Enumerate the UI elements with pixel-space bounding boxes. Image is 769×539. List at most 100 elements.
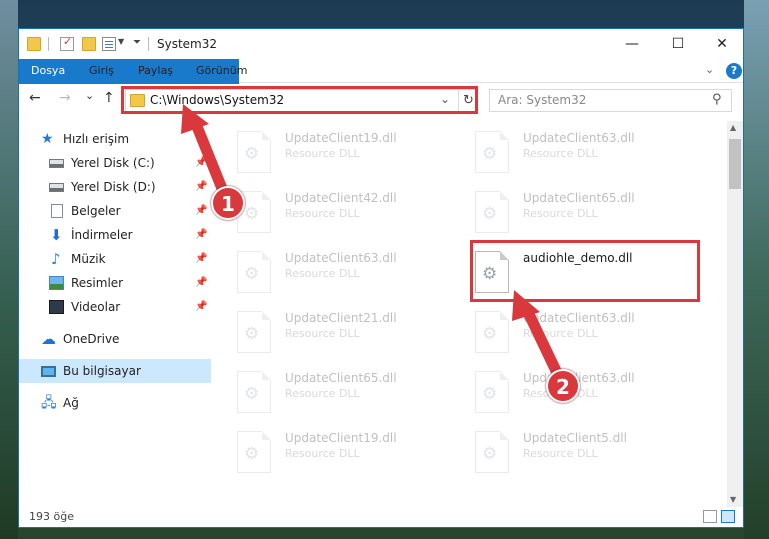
sidebar-item-videos[interactable]: Videolar 📌 xyxy=(19,295,211,319)
ribbon-tabs: Dosya Giriş Paylaş Görünüm ⌄ ? xyxy=(19,59,743,115)
tab-home[interactable]: Giriş xyxy=(85,59,118,83)
cloud-icon: ☁ xyxy=(41,330,56,348)
minimize-button[interactable]: — xyxy=(609,29,655,59)
sidebar-item-onedrive[interactable]: ☁ OneDrive xyxy=(19,327,211,351)
file-name: UpdateClient42.dll xyxy=(285,191,397,205)
customize-toolbar-icon[interactable]: ⏷ xyxy=(133,37,141,48)
close-button[interactable]: ✕ xyxy=(699,29,745,59)
file-type: Resource DLL xyxy=(285,327,360,340)
toolbar-separator xyxy=(48,37,49,51)
disk-icon xyxy=(49,159,64,168)
large-icons-view-icon[interactable] xyxy=(721,510,735,523)
file-item[interactable]: ⚙ UpdateClient5.dll Resource DLL xyxy=(457,423,677,479)
step-2-badge: 2 xyxy=(546,369,580,403)
address-highlight-box xyxy=(121,86,478,114)
file-item[interactable]: ⚙ UpdateClient63.dll Resource DLL xyxy=(457,123,677,179)
item-count: 193 öğe xyxy=(29,510,74,523)
expand-ribbon-icon[interactable]: ⌄ xyxy=(705,63,714,76)
file-item[interactable]: ⚙ UpdateClient65.dll Resource DLL xyxy=(219,363,439,419)
dll-file-icon: ⚙ xyxy=(237,311,271,353)
file-type: Resource DLL xyxy=(523,327,598,340)
quick-access-props-icon[interactable] xyxy=(102,37,116,51)
file-name: UpdateClient63.dll xyxy=(285,251,397,265)
sidebar-item-network[interactable]: 🖧 Ağ xyxy=(19,391,211,415)
sidebar-item-documents[interactable]: Belgeler 📌 xyxy=(19,199,211,223)
sidebar-item-quick-access[interactable]: ★ Hızlı erişim xyxy=(19,127,211,151)
sidebar-item-label: Videolar xyxy=(71,300,121,314)
new-folder-icon[interactable] xyxy=(82,37,96,51)
file-item[interactable]: ⚙ UpdateClient63.dll Resource DLL xyxy=(457,303,677,359)
file-type: Resource DLL xyxy=(523,447,598,460)
sidebar-item-music[interactable]: ♪ Müzik 📌 xyxy=(19,247,211,271)
gear-icon: ⚙ xyxy=(244,144,260,164)
title-bar: ▼ ⏷ System32 — ☐ ✕ xyxy=(19,29,743,59)
videos-icon xyxy=(49,300,64,314)
file-type: Resource DLL xyxy=(285,207,360,220)
window-title: System32 xyxy=(157,37,218,51)
file-name: UpdateClient63.dll xyxy=(523,131,635,145)
file-type: Resource DLL xyxy=(285,447,360,460)
help-icon[interactable]: ? xyxy=(726,63,742,79)
scroll-up-icon[interactable]: ▲ xyxy=(730,123,736,132)
file-item[interactable]: ⚙ UpdateClient19.dll Resource DLL xyxy=(219,123,439,179)
sidebar-item-pictures[interactable]: Resimler 📌 xyxy=(19,271,211,295)
dll-file-icon: ⚙ xyxy=(237,131,271,173)
sidebar-item-local-disk-d[interactable]: Yerel Disk (D:) 📌 xyxy=(19,175,211,199)
file-item[interactable]: ⚙ UpdateClient21.dll Resource DLL xyxy=(219,303,439,359)
star-icon: ★ xyxy=(41,131,54,147)
desktop-background-left xyxy=(0,0,18,539)
sidebar-item-label: OneDrive xyxy=(63,332,120,346)
back-button[interactable]: ← xyxy=(29,90,41,106)
pin-icon: 📌 xyxy=(195,181,208,192)
status-bar: 193 öğe xyxy=(19,507,743,527)
file-type: Resource DLL xyxy=(523,207,598,220)
tab-view[interactable]: Görünüm xyxy=(192,59,251,83)
pin-icon: 📌 xyxy=(195,229,208,240)
document-icon xyxy=(51,204,63,218)
gear-icon: ⚙ xyxy=(244,264,260,284)
sidebar-item-this-pc[interactable]: Bu bilgisayar xyxy=(19,359,211,383)
step-1-badge: 1 xyxy=(211,186,245,220)
details-view-icon[interactable] xyxy=(703,510,717,523)
search-icon[interactable]: ⚲ xyxy=(712,92,722,107)
scrollbar-thumb[interactable] xyxy=(729,139,741,189)
gear-icon: ⚙ xyxy=(482,384,498,404)
file-type: Resource DLL xyxy=(285,387,360,400)
dll-file-icon: ⚙ xyxy=(475,311,509,353)
dll-file-icon: ⚙ xyxy=(237,431,271,473)
sidebar-item-label: Belgeler xyxy=(71,204,121,218)
gear-icon: ⚙ xyxy=(482,444,498,464)
file-item[interactable]: ⚙ UpdateClient19.dll Resource DLL xyxy=(219,423,439,479)
file-name: UpdateClient5.dll xyxy=(523,431,627,445)
vertical-scrollbar[interactable]: ▲ ▼ xyxy=(727,121,743,507)
sidebar-item-label: Hızlı erişim xyxy=(63,132,130,146)
file-highlight-box xyxy=(470,240,700,302)
recent-locations-button[interactable]: ⌄ xyxy=(85,89,94,102)
properties-check-icon[interactable] xyxy=(60,35,74,51)
dll-file-icon: ⚙ xyxy=(237,371,271,413)
tab-share[interactable]: Paylaş xyxy=(134,59,177,83)
file-item[interactable]: ⚙ UpdateClient65.dll Resource DLL xyxy=(457,183,677,239)
sidebar-item-label: Yerel Disk (D:) xyxy=(71,180,156,194)
gear-icon: ⚙ xyxy=(482,324,498,344)
navigation-pane: ★ Hızlı erişim Yerel Disk (C:) 📌 Yerel D… xyxy=(19,121,211,501)
maximize-button[interactable]: ☐ xyxy=(655,29,701,59)
dll-file-icon: ⚙ xyxy=(475,131,509,173)
sidebar-item-local-disk-c[interactable]: Yerel Disk (C:) 📌 xyxy=(19,151,211,175)
chevron-down-icon[interactable]: ▼ xyxy=(118,37,124,46)
network-icon: 🖧 xyxy=(41,395,57,411)
forward-button[interactable]: → xyxy=(59,90,71,106)
file-item[interactable]: ⚙ UpdateClient63.dll Resource DLL xyxy=(219,243,439,299)
computer-icon xyxy=(41,366,56,377)
pin-icon: 📌 xyxy=(195,301,208,312)
scroll-down-icon[interactable]: ▼ xyxy=(730,495,736,504)
gear-icon: ⚙ xyxy=(482,204,498,224)
search-box[interactable]: Ara: System32 ⚲ xyxy=(489,89,732,112)
gear-icon: ⚙ xyxy=(482,144,498,164)
file-name: UpdateClient19.dll xyxy=(285,431,397,445)
gear-icon: ⚙ xyxy=(244,324,260,344)
pictures-icon xyxy=(49,276,64,290)
sidebar-item-downloads[interactable]: ⬇ İndirmeler 📌 xyxy=(19,223,211,247)
file-item[interactable]: ⚙ UpdateClient42.dll Resource DLL xyxy=(219,183,439,239)
up-button[interactable]: ↑ xyxy=(103,90,115,106)
